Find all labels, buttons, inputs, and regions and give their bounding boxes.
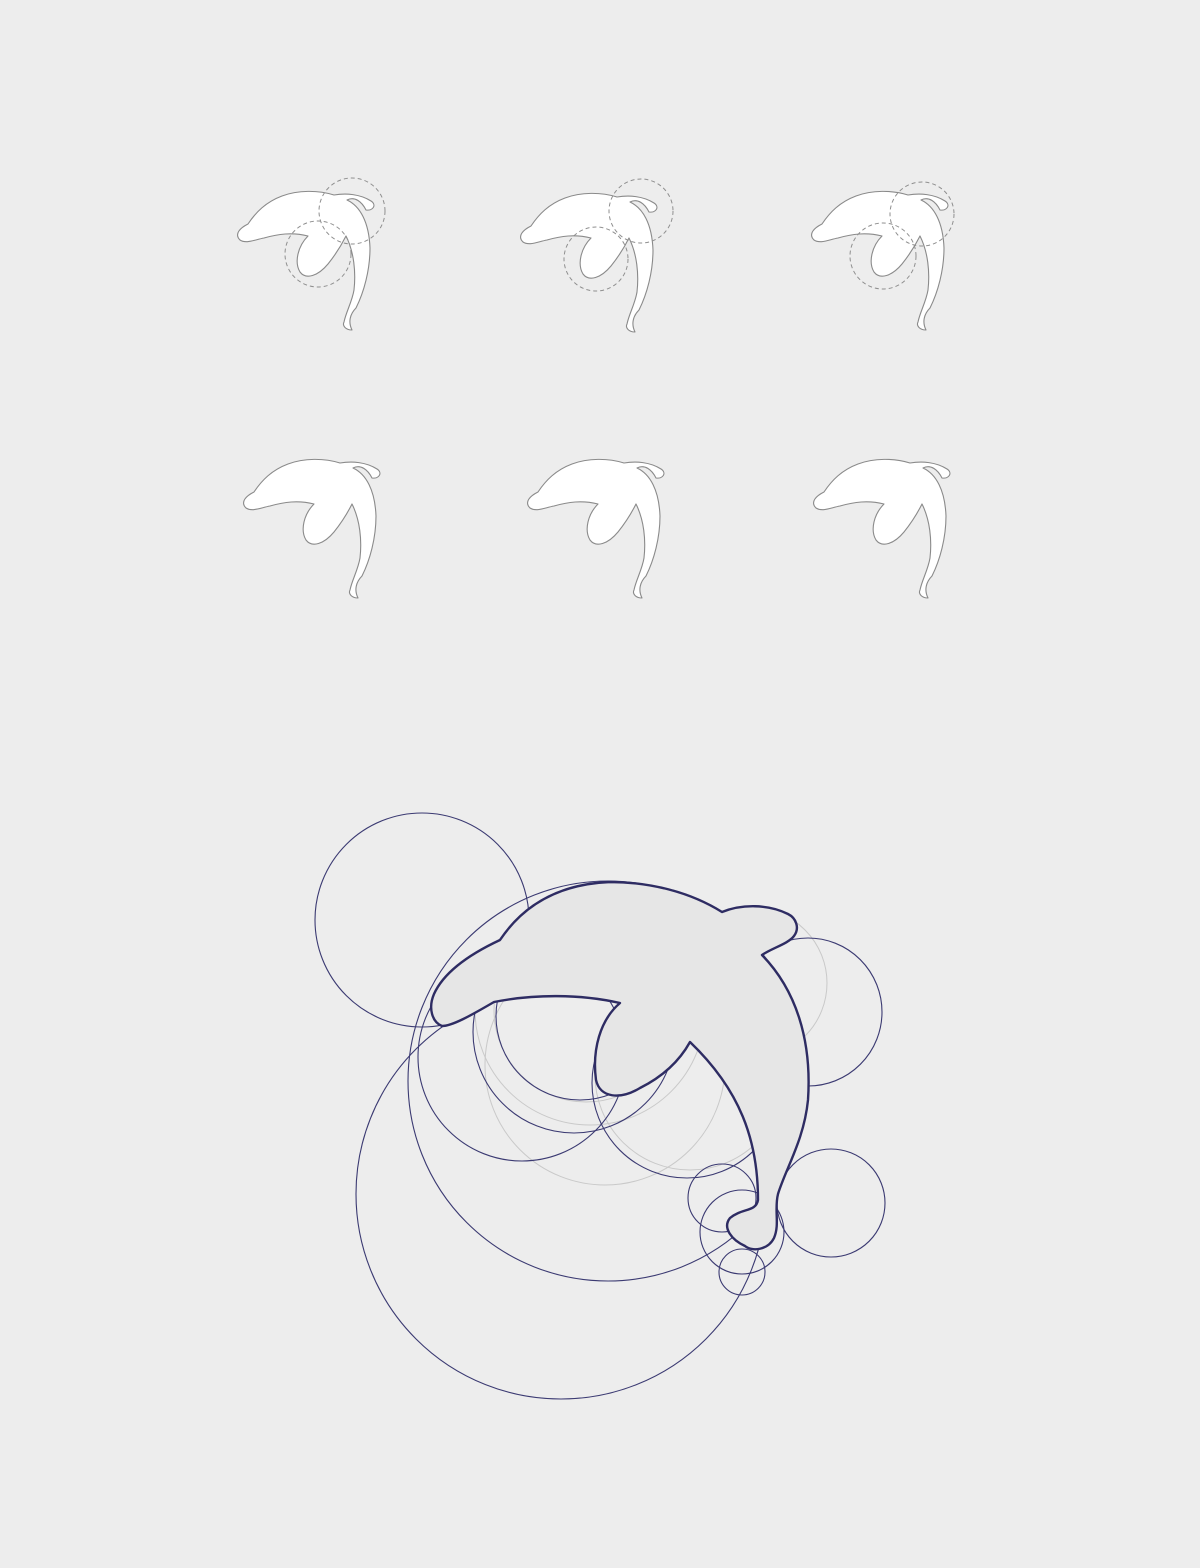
sketch-row-1 (237, 177, 955, 333)
dolphin-sketch-1 (237, 177, 386, 331)
dolphin-outline (237, 190, 375, 331)
dolphin-sketch-4 (243, 458, 381, 599)
dolphin-outline (813, 458, 951, 599)
dolphin-sketch-5 (527, 458, 665, 599)
dolphin-sketch-2 (520, 178, 674, 333)
dolphin-outline (811, 190, 949, 331)
construction-grid (314, 812, 886, 1400)
dolphin-outline (520, 192, 658, 333)
dolphin-outline (243, 458, 381, 599)
dolphin-sketch-3 (811, 181, 955, 331)
dolphin-sketch-6 (813, 458, 951, 599)
dolphin-outline (527, 458, 665, 599)
guide-circle (718, 1248, 766, 1296)
sketch-row-2 (243, 458, 951, 599)
dolphin-logo-sketch-sheet (237, 177, 955, 1400)
guide-circle (776, 1148, 886, 1258)
dolphin-logo-mark (430, 880, 810, 1251)
